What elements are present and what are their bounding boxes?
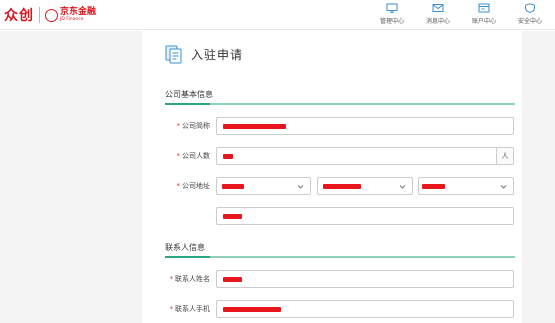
form-row-address-detail xyxy=(150,207,520,225)
page-heading: 入驻申请 xyxy=(165,44,243,64)
nav-message-center[interactable]: 消息中心 xyxy=(415,3,461,25)
chevron-down-icon xyxy=(500,185,507,189)
address-detail-input[interactable] xyxy=(216,207,514,225)
page-title: 入驻申请 xyxy=(191,47,244,62)
contact-phone-input[interactable] xyxy=(216,300,514,318)
top-bar: 众创 京东金融 JD Finance 管理中心 消息中心 账户中心 安全中心 xyxy=(0,0,555,30)
company-name-input[interactable] xyxy=(216,117,514,135)
section-divider-company xyxy=(165,103,515,105)
nav-security-center[interactable]: 安全中心 xyxy=(507,3,553,25)
redacted-value xyxy=(222,184,244,189)
required-mark: * xyxy=(176,152,181,160)
partner-name-cn: 京东金融 xyxy=(60,6,97,17)
brand-primary-logo: 众创 xyxy=(4,8,34,24)
nav-label: 账户中心 xyxy=(471,18,496,25)
form-row-contact-phone: * 联系人手机 xyxy=(150,300,520,318)
headcount-unit-suffix: 人 xyxy=(496,148,513,164)
nav-management-center[interactable]: 管理中心 xyxy=(369,3,415,25)
redacted-value xyxy=(223,214,242,219)
right-background xyxy=(517,31,555,323)
mail-icon xyxy=(432,4,444,12)
field-label-company-name: * 公司简称 xyxy=(176,122,211,130)
nav-label: 安全中心 xyxy=(517,18,542,25)
section-title-company: 公司基本信息 xyxy=(165,90,213,99)
nav-label: 管理中心 xyxy=(379,18,404,25)
top-nav: 管理中心 消息中心 账户中心 安全中心 xyxy=(369,3,553,25)
district-select[interactable] xyxy=(418,177,514,195)
field-label-headcount: * 公司人数 xyxy=(176,152,211,160)
field-label-contact-name: * 联系人姓名 xyxy=(169,275,211,283)
form-row-address: * 公司地址 xyxy=(150,177,520,195)
nav-label: 消息中心 xyxy=(425,18,450,25)
form-row-contact-name: * 联系人姓名 xyxy=(150,270,520,288)
redacted-value xyxy=(223,277,242,282)
application-document-icon xyxy=(165,45,182,64)
redacted-value xyxy=(223,307,281,312)
redacted-value xyxy=(223,154,233,159)
required-mark: * xyxy=(176,122,181,130)
shield-icon xyxy=(525,3,535,13)
section-title-contact: 联系人信息 xyxy=(165,243,205,252)
account-icon xyxy=(478,3,490,13)
section-divider-contact xyxy=(165,256,515,258)
partner-logo: 京东金融 JD Finance xyxy=(45,6,97,23)
redacted-value xyxy=(323,184,361,189)
required-mark: * xyxy=(176,182,181,190)
field-label-contact-phone: * 联系人手机 xyxy=(169,305,211,313)
brand-logo[interactable]: 众创 京东金融 JD Finance xyxy=(4,5,96,25)
brand-divider xyxy=(39,7,40,23)
form-row-headcount: * 公司人数 人 xyxy=(150,147,520,165)
chevron-down-icon xyxy=(399,185,406,189)
redacted-value xyxy=(223,124,286,129)
headcount-input[interactable]: 人 xyxy=(216,147,514,165)
required-mark: * xyxy=(169,275,174,283)
contact-name-input[interactable] xyxy=(216,270,514,288)
city-select[interactable] xyxy=(317,177,413,195)
jd-finance-logo-icon xyxy=(45,8,58,22)
partner-name-en: JD Finance xyxy=(60,16,84,22)
redacted-value xyxy=(422,184,445,189)
left-background xyxy=(0,31,142,323)
chevron-down-icon xyxy=(297,185,304,189)
province-select[interactable] xyxy=(216,177,311,195)
required-mark: * xyxy=(169,305,174,313)
field-label-address: * 公司地址 xyxy=(176,182,211,190)
form-row-company-name: * 公司简称 xyxy=(150,117,520,135)
monitor-icon xyxy=(386,3,398,13)
nav-account-center[interactable]: 账户中心 xyxy=(461,3,507,25)
